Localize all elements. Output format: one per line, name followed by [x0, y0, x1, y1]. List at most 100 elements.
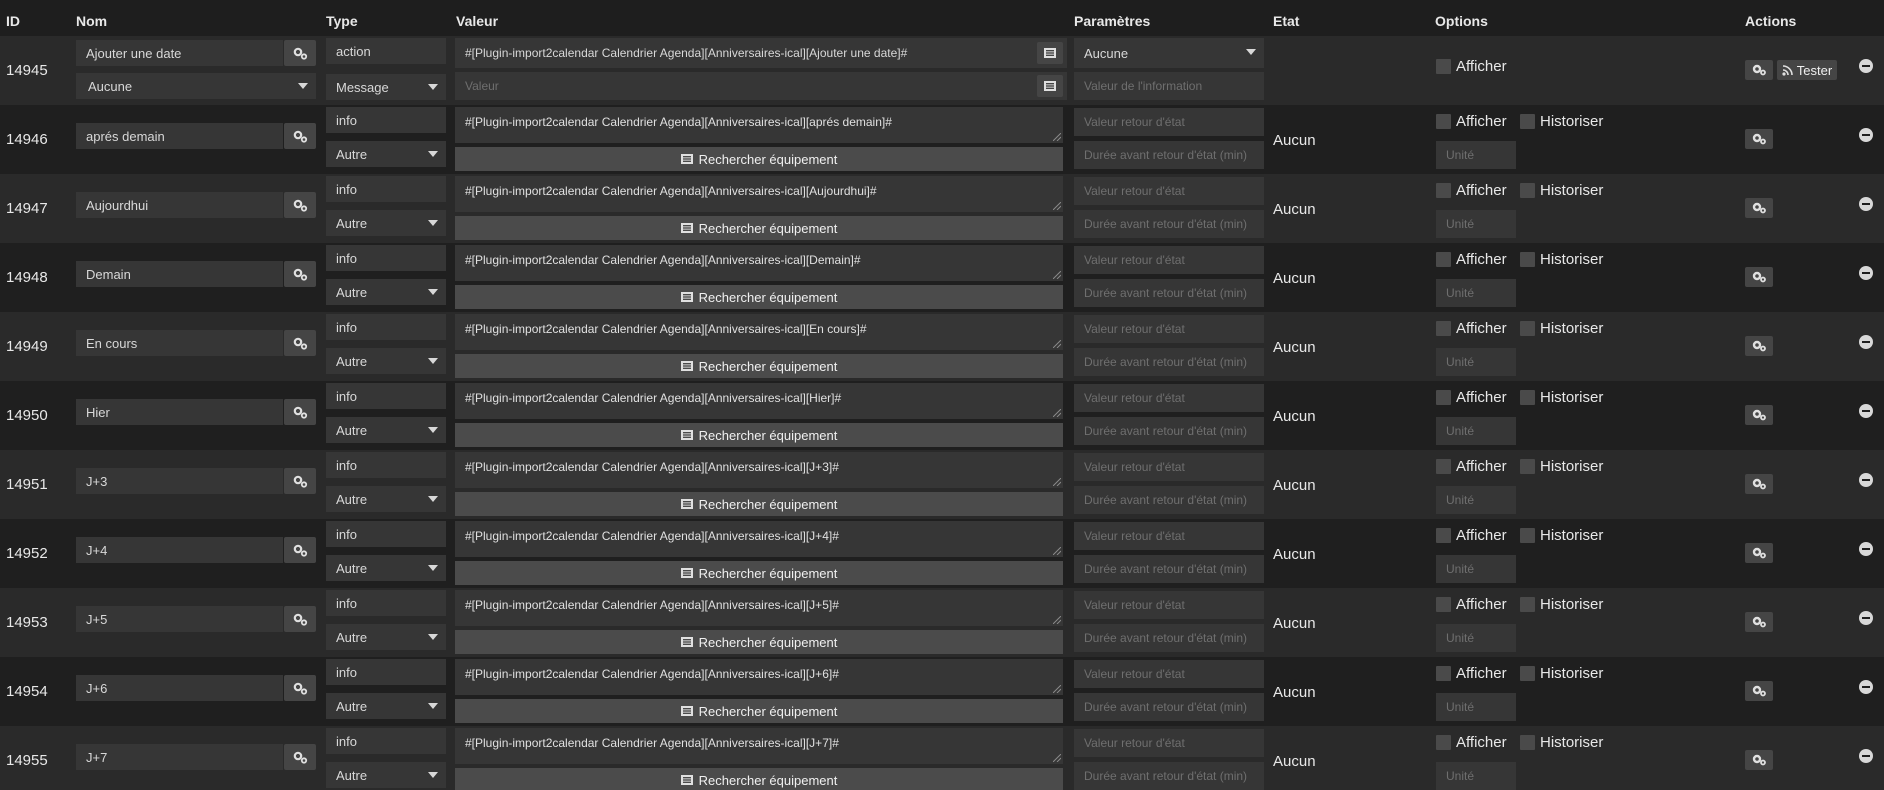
subtype-select[interactable]: Autre	[326, 624, 446, 650]
type-field[interactable]: info	[326, 176, 446, 202]
param-value-input[interactable]: Valeur de l'information	[1074, 72, 1264, 100]
advanced-config-button[interactable]	[1745, 267, 1773, 287]
list-icon-button[interactable]	[1037, 42, 1063, 64]
remove-icon[interactable]	[1859, 266, 1873, 280]
subtype-select[interactable]: Autre	[326, 762, 446, 788]
afficher-checkbox[interactable]	[1436, 459, 1451, 474]
subtype-select[interactable]: Autre	[326, 486, 446, 512]
remove-icon[interactable]	[1859, 473, 1873, 487]
historiser-checkbox[interactable]	[1520, 252, 1535, 267]
command-name-input[interactable]: En cours	[76, 330, 283, 356]
unit-input[interactable]: Unité	[1436, 693, 1516, 721]
return-state-value-input[interactable]: Valeur retour d'état	[1074, 246, 1264, 274]
configure-icon-button[interactable]	[284, 399, 316, 425]
search-equipment-button[interactable]: Rechercher équipement	[455, 423, 1063, 447]
configure-icon-button[interactable]	[284, 192, 316, 218]
advanced-config-button[interactable]	[1745, 750, 1773, 770]
command-name-input[interactable]: J+5	[76, 606, 283, 632]
search-equipment-button[interactable]: Rechercher équipement	[455, 630, 1063, 654]
subtype-select[interactable]: Autre	[326, 348, 446, 374]
value-textarea[interactable]: #[Plugin-import2calendar Calendrier Agen…	[455, 452, 1063, 488]
unit-input[interactable]: Unité	[1436, 624, 1516, 652]
afficher-checkbox[interactable]	[1436, 183, 1451, 198]
unit-input[interactable]: Unité	[1436, 210, 1516, 238]
unit-input[interactable]: Unité	[1436, 486, 1516, 514]
afficher-checkbox[interactable]	[1436, 597, 1451, 612]
return-state-delay-input[interactable]: Durée avant retour d'état (min)	[1074, 693, 1264, 721]
configure-icon-button[interactable]	[284, 537, 316, 563]
test-button[interactable]: Tester	[1777, 60, 1837, 80]
return-state-value-input[interactable]: Valeur retour d'état	[1074, 177, 1264, 205]
name-select[interactable]: Aucune	[76, 73, 316, 99]
type-field[interactable]: info	[326, 383, 446, 409]
return-state-value-input[interactable]: Valeur retour d'état	[1074, 522, 1264, 550]
search-equipment-button[interactable]: Rechercher équipement	[455, 492, 1063, 516]
afficher-checkbox[interactable]	[1436, 390, 1451, 405]
unit-input[interactable]: Unité	[1436, 141, 1516, 169]
value2-input[interactable]: Valeur	[455, 72, 1067, 100]
configure-icon-button[interactable]	[284, 330, 316, 356]
afficher-checkbox[interactable]	[1436, 252, 1451, 267]
type-field[interactable]: info	[326, 590, 446, 616]
resize-handle-icon[interactable]	[1053, 202, 1061, 210]
return-state-delay-input[interactable]: Durée avant retour d'état (min)	[1074, 417, 1264, 445]
remove-icon[interactable]	[1859, 542, 1873, 556]
subtype-select[interactable]: Message	[326, 74, 446, 100]
advanced-config-button[interactable]	[1745, 474, 1773, 494]
value-textarea[interactable]: #[Plugin-import2calendar Calendrier Agen…	[455, 521, 1063, 557]
subtype-select[interactable]: Autre	[326, 279, 446, 305]
subtype-select[interactable]: Autre	[326, 417, 446, 443]
return-state-value-input[interactable]: Valeur retour d'état	[1074, 660, 1264, 688]
afficher-checkbox[interactable]	[1436, 321, 1451, 336]
historiser-checkbox[interactable]	[1520, 666, 1535, 681]
historiser-checkbox[interactable]	[1520, 528, 1535, 543]
type-field[interactable]: info	[326, 107, 446, 133]
afficher-checkbox[interactable]	[1436, 666, 1451, 681]
afficher-checkbox[interactable]	[1436, 528, 1451, 543]
remove-icon[interactable]	[1859, 749, 1873, 763]
advanced-config-button[interactable]	[1745, 129, 1773, 149]
resize-handle-icon[interactable]	[1053, 133, 1061, 141]
return-state-delay-input[interactable]: Durée avant retour d'état (min)	[1074, 762, 1264, 790]
unit-input[interactable]: Unité	[1436, 762, 1516, 790]
configure-icon-button[interactable]	[284, 606, 316, 632]
return-state-value-input[interactable]: Valeur retour d'état	[1074, 729, 1264, 757]
configure-icon-button[interactable]	[284, 468, 316, 494]
resize-handle-icon[interactable]	[1053, 616, 1061, 624]
afficher-checkbox[interactable]	[1436, 114, 1451, 129]
remove-icon[interactable]	[1859, 404, 1873, 418]
search-equipment-button[interactable]: Rechercher équipement	[455, 285, 1063, 309]
value-input[interactable]: #[Plugin-import2calendar Calendrier Agen…	[455, 38, 1067, 68]
afficher-checkbox[interactable]	[1436, 735, 1451, 750]
command-name-input[interactable]: J+3	[76, 468, 283, 494]
type-field[interactable]: info	[326, 659, 446, 685]
remove-icon[interactable]	[1859, 611, 1873, 625]
value-textarea[interactable]: #[Plugin-import2calendar Calendrier Agen…	[455, 176, 1063, 212]
type-field[interactable]: info	[326, 521, 446, 547]
value-textarea[interactable]: #[Plugin-import2calendar Calendrier Agen…	[455, 245, 1063, 281]
unit-input[interactable]: Unité	[1436, 555, 1516, 583]
return-state-value-input[interactable]: Valeur retour d'état	[1074, 315, 1264, 343]
return-state-value-input[interactable]: Valeur retour d'état	[1074, 108, 1264, 136]
resize-handle-icon[interactable]	[1053, 478, 1061, 486]
return-state-delay-input[interactable]: Durée avant retour d'état (min)	[1074, 348, 1264, 376]
resize-handle-icon[interactable]	[1053, 340, 1061, 348]
advanced-config-button[interactable]	[1745, 336, 1773, 356]
param-select[interactable]: Aucune	[1074, 38, 1264, 68]
value-textarea[interactable]: #[Plugin-import2calendar Calendrier Agen…	[455, 590, 1063, 626]
return-state-value-input[interactable]: Valeur retour d'état	[1074, 384, 1264, 412]
type-field[interactable]: info	[326, 314, 446, 340]
value-textarea[interactable]: #[Plugin-import2calendar Calendrier Agen…	[455, 728, 1063, 764]
remove-icon[interactable]	[1859, 59, 1873, 73]
command-name-input[interactable]: J+7	[76, 744, 283, 770]
search-equipment-button[interactable]: Rechercher équipement	[455, 768, 1063, 790]
command-name-input[interactable]: J+4	[76, 537, 283, 563]
resize-handle-icon[interactable]	[1053, 409, 1061, 417]
command-name-input[interactable]: J+6	[76, 675, 283, 701]
remove-icon[interactable]	[1859, 335, 1873, 349]
remove-icon[interactable]	[1859, 197, 1873, 211]
value-textarea[interactable]: #[Plugin-import2calendar Calendrier Agen…	[455, 314, 1063, 350]
return-state-delay-input[interactable]: Durée avant retour d'état (min)	[1074, 555, 1264, 583]
return-state-delay-input[interactable]: Durée avant retour d'état (min)	[1074, 141, 1264, 169]
search-equipment-button[interactable]: Rechercher équipement	[455, 699, 1063, 723]
